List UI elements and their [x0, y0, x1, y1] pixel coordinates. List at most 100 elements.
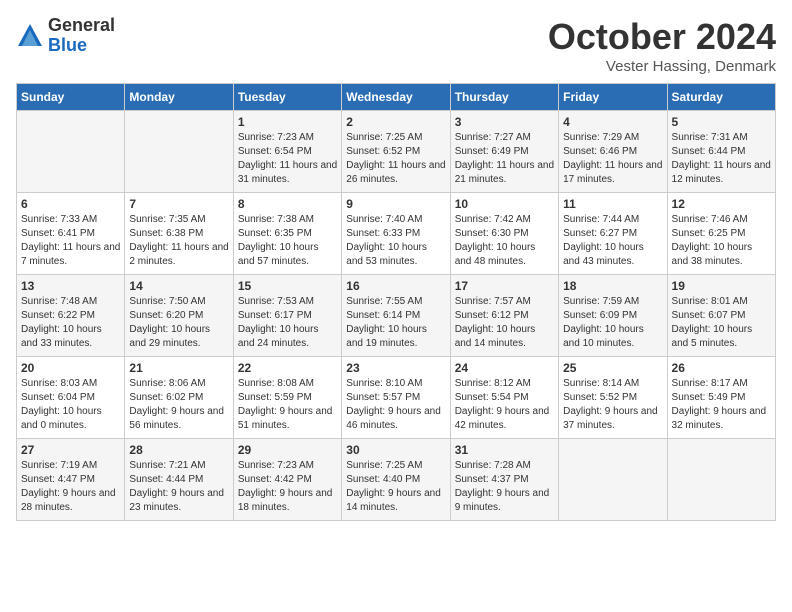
day-info: Sunrise: 7:23 AMSunset: 4:42 PMDaylight:…	[238, 459, 337, 515]
day-info: Sunrise: 8:01 AMSunset: 6:07 PMDaylight:…	[672, 295, 771, 351]
day-info: Sunrise: 8:06 AMSunset: 6:02 PMDaylight:…	[129, 377, 228, 433]
month-title: October 2024	[548, 16, 776, 58]
calendar-cell: 9 Sunrise: 7:40 AMSunset: 6:33 PMDaylight…	[342, 193, 450, 275]
calendar-cell: 28 Sunrise: 7:21 AMSunset: 4:44 PMDayligh…	[125, 439, 233, 521]
calendar-cell: 5Sunrise: 7:31 AMSunset: 6:44 PMDaylight…	[667, 111, 775, 193]
day-number: 24	[455, 361, 554, 375]
calendar-cell: 1Sunrise: 7:23 AMSunset: 6:54 PMDaylight…	[233, 111, 341, 193]
day-info: Sunrise: 7:19 AMSunset: 4:47 PMDaylight:…	[21, 459, 120, 515]
logo-general: General	[48, 16, 115, 36]
day-number: 13	[21, 279, 120, 293]
calendar-cell: 10 Sunrise: 7:42 AMSunset: 6:30 PMDayligh…	[450, 193, 558, 275]
day-number: 25	[563, 361, 662, 375]
calendar-cell: 20Sunrise: 8:03 AMSunset: 6:04 PMDayligh…	[17, 357, 125, 439]
day-info: Sunrise: 7:35 AMSunset: 6:38 PMDaylight:…	[129, 213, 228, 269]
weekday-header-thursday: Thursday	[450, 84, 558, 111]
day-info: Sunrise: 8:14 AMSunset: 5:52 PMDaylight:…	[563, 377, 662, 433]
calendar-cell: 16 Sunrise: 7:55 AMSunset: 6:14 PMDayligh…	[342, 275, 450, 357]
calendar-cell: 15 Sunrise: 7:53 AMSunset: 6:17 PMDayligh…	[233, 275, 341, 357]
day-number: 12	[672, 197, 771, 211]
logo: General Blue	[16, 16, 115, 56]
day-number: 5	[672, 115, 771, 129]
day-number: 16	[346, 279, 445, 293]
logo-blue: Blue	[48, 36, 115, 56]
day-info: Sunrise: 8:10 AMSunset: 5:57 PMDaylight:…	[346, 377, 445, 433]
day-number: 17	[455, 279, 554, 293]
calendar-week-row: 6Sunrise: 7:33 AMSunset: 6:41 PMDaylight…	[17, 193, 776, 275]
day-info: Sunrise: 8:17 AMSunset: 5:49 PMDaylight:…	[672, 377, 771, 433]
day-number: 14	[129, 279, 228, 293]
day-info: Sunrise: 7:50 AMSunset: 6:20 PMDaylight:…	[129, 295, 228, 351]
calendar-cell: 12Sunrise: 7:46 AMSunset: 6:25 PMDayligh…	[667, 193, 775, 275]
day-number: 27	[21, 443, 120, 457]
calendar-cell: 21 Sunrise: 8:06 AMSunset: 6:02 PMDayligh…	[125, 357, 233, 439]
weekday-header-monday: Monday	[125, 84, 233, 111]
weekday-header-row: SundayMondayTuesdayWednesdayThursdayFrid…	[17, 84, 776, 111]
calendar-cell: 14 Sunrise: 7:50 AMSunset: 6:20 PMDayligh…	[125, 275, 233, 357]
day-info: Sunrise: 7:25 AMSunset: 6:52 PMDaylight:…	[346, 131, 445, 187]
day-number: 26	[672, 361, 771, 375]
day-number: 7	[129, 197, 228, 211]
calendar-week-row: 13 Sunrise: 7:48 AMSunset: 6:22 PMDayligh…	[17, 275, 776, 357]
day-number: 11	[563, 197, 662, 211]
day-info: Sunrise: 7:27 AMSunset: 6:49 PMDaylight:…	[455, 131, 554, 187]
calendar-cell	[17, 111, 125, 193]
calendar-cell: 30 Sunrise: 7:25 AMSunset: 4:40 PMDayligh…	[342, 439, 450, 521]
day-number: 28	[129, 443, 228, 457]
day-info: Sunrise: 8:12 AMSunset: 5:54 PMDaylight:…	[455, 377, 554, 433]
day-info: Sunrise: 7:53 AMSunset: 6:17 PMDaylight:…	[238, 295, 337, 351]
calendar-cell	[125, 111, 233, 193]
day-number: 21	[129, 361, 228, 375]
day-info: Sunrise: 7:57 AMSunset: 6:12 PMDaylight:…	[455, 295, 554, 351]
calendar-cell: 2 Sunrise: 7:25 AMSunset: 6:52 PMDaylight…	[342, 111, 450, 193]
day-number: 4	[563, 115, 662, 129]
calendar-week-row: 20Sunrise: 8:03 AMSunset: 6:04 PMDayligh…	[17, 357, 776, 439]
day-info: Sunrise: 7:59 AMSunset: 6:09 PMDaylight:…	[563, 295, 662, 351]
day-info: Sunrise: 7:21 AMSunset: 4:44 PMDaylight:…	[129, 459, 228, 515]
day-info: Sunrise: 7:28 AMSunset: 4:37 PMDaylight:…	[455, 459, 554, 515]
day-number: 6	[21, 197, 120, 211]
day-info: Sunrise: 7:42 AMSunset: 6:30 PMDaylight:…	[455, 213, 554, 269]
day-info: Sunrise: 7:38 AMSunset: 6:35 PMDaylight:…	[238, 213, 337, 269]
calendar-cell: 4 Sunrise: 7:29 AMSunset: 6:46 PMDaylight…	[559, 111, 667, 193]
calendar-cell: 17 Sunrise: 7:57 AMSunset: 6:12 PMDayligh…	[450, 275, 558, 357]
weekday-header-friday: Friday	[559, 84, 667, 111]
day-info: Sunrise: 7:48 AMSunset: 6:22 PMDaylight:…	[21, 295, 120, 351]
page-header: General Blue October 2024 Vester Hassing…	[16, 16, 776, 75]
calendar-cell: 13 Sunrise: 7:48 AMSunset: 6:22 PMDayligh…	[17, 275, 125, 357]
calendar-cell: 6Sunrise: 7:33 AMSunset: 6:41 PMDaylight…	[17, 193, 125, 275]
day-info: Sunrise: 7:25 AMSunset: 4:40 PMDaylight:…	[346, 459, 445, 515]
day-number: 19	[672, 279, 771, 293]
calendar-table: SundayMondayTuesdayWednesdayThursdayFrid…	[16, 83, 776, 521]
day-number: 3	[455, 115, 554, 129]
calendar-cell: 31 Sunrise: 7:28 AMSunset: 4:37 PMDayligh…	[450, 439, 558, 521]
day-info: Sunrise: 7:40 AMSunset: 6:33 PMDaylight:…	[346, 213, 445, 269]
logo-icon	[16, 22, 44, 50]
weekday-header-wednesday: Wednesday	[342, 84, 450, 111]
day-number: 9	[346, 197, 445, 211]
calendar-cell: 27 Sunrise: 7:19 AMSunset: 4:47 PMDayligh…	[17, 439, 125, 521]
day-number: 18	[563, 279, 662, 293]
calendar-cell: 11Sunrise: 7:44 AMSunset: 6:27 PMDayligh…	[559, 193, 667, 275]
calendar-cell: 23 Sunrise: 8:10 AMSunset: 5:57 PMDayligh…	[342, 357, 450, 439]
day-number: 2	[346, 115, 445, 129]
weekday-header-saturday: Saturday	[667, 84, 775, 111]
calendar-cell: 18 Sunrise: 7:59 AMSunset: 6:09 PMDayligh…	[559, 275, 667, 357]
day-number: 31	[455, 443, 554, 457]
day-number: 30	[346, 443, 445, 457]
calendar-week-row: 1Sunrise: 7:23 AMSunset: 6:54 PMDaylight…	[17, 111, 776, 193]
day-info: Sunrise: 7:29 AMSunset: 6:46 PMDaylight:…	[563, 131, 662, 187]
location-subtitle: Vester Hassing, Denmark	[548, 58, 776, 75]
day-info: Sunrise: 7:55 AMSunset: 6:14 PMDaylight:…	[346, 295, 445, 351]
calendar-cell: 24 Sunrise: 8:12 AMSunset: 5:54 PMDayligh…	[450, 357, 558, 439]
day-number: 22	[238, 361, 337, 375]
day-number: 23	[346, 361, 445, 375]
day-info: Sunrise: 8:08 AMSunset: 5:59 PMDaylight:…	[238, 377, 337, 433]
calendar-cell: 26 Sunrise: 8:17 AMSunset: 5:49 PMDayligh…	[667, 357, 775, 439]
day-info: Sunrise: 7:23 AMSunset: 6:54 PMDaylight:…	[238, 131, 337, 187]
weekday-header-tuesday: Tuesday	[233, 84, 341, 111]
day-number: 15	[238, 279, 337, 293]
day-number: 10	[455, 197, 554, 211]
calendar-cell	[559, 439, 667, 521]
calendar-cell: 8Sunrise: 7:38 AMSunset: 6:35 PMDaylight…	[233, 193, 341, 275]
